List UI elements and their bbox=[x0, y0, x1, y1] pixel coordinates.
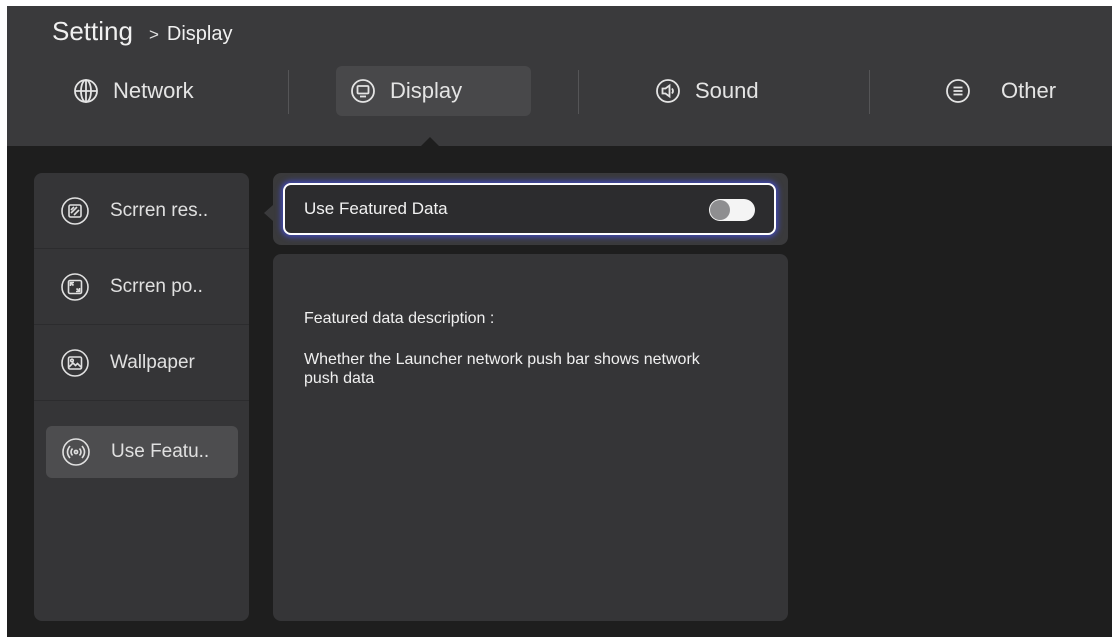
sidebar-item-label: Scrren po.. bbox=[110, 275, 203, 297]
tab-divider bbox=[288, 70, 289, 114]
breadcrumb-root: Setting bbox=[52, 16, 133, 46]
tab-display-label: Display bbox=[390, 78, 463, 103]
display-sidebar: Scrren res.. Scrren po.. Wallpaper Use F… bbox=[34, 173, 249, 621]
sidebar-item-screen-resolution[interactable]: Scrren res.. bbox=[34, 173, 249, 249]
breadcrumb: Setting > Display bbox=[52, 16, 232, 47]
option-panel: Use Featured Data bbox=[273, 173, 788, 245]
description-title: Featured data description : bbox=[304, 310, 495, 327]
category-tabs: Network Display Sound Other bbox=[7, 64, 1112, 120]
sidebar-item-wallpaper[interactable]: Wallpaper bbox=[34, 325, 249, 401]
tab-other[interactable]: Other bbox=[931, 66, 1070, 116]
tab-sound-label: Sound bbox=[695, 78, 759, 103]
settings-screen: Setting > Display Network Display Sound … bbox=[7, 6, 1112, 637]
sidebar-pointer bbox=[264, 205, 273, 221]
tab-network-label: Network bbox=[113, 78, 194, 103]
option-label: Use Featured Data bbox=[304, 199, 448, 218]
header-bar: Setting > Display Network Display Sound … bbox=[7, 6, 1112, 146]
sidebar-item-use-featured-data[interactable]: Use Featu.. bbox=[46, 426, 238, 478]
sidebar-item-label: Scrren res.. bbox=[110, 199, 209, 221]
breadcrumb-separator: > bbox=[148, 25, 159, 44]
sidebar-item-label: Use Featu.. bbox=[111, 441, 210, 462]
tab-network[interactable]: Network bbox=[59, 66, 208, 116]
menu-circle-icon bbox=[945, 78, 971, 104]
screen-position-icon bbox=[60, 272, 90, 302]
globe-icon bbox=[73, 78, 99, 104]
sidebar-item-screen-position[interactable]: Scrren po.. bbox=[34, 249, 249, 325]
screen-resolution-icon bbox=[60, 196, 90, 226]
tab-sound[interactable]: Sound bbox=[641, 66, 773, 116]
tab-display[interactable]: Display bbox=[336, 66, 531, 116]
broadcast-icon bbox=[61, 437, 91, 467]
sidebar-item-label: Wallpaper bbox=[110, 351, 195, 373]
tab-divider bbox=[869, 70, 870, 114]
wallpaper-icon bbox=[60, 348, 90, 378]
monitor-icon bbox=[350, 78, 376, 104]
description-panel: Featured data description : Whether the … bbox=[273, 254, 788, 621]
description-text: Whether the Launcher network push bar sh… bbox=[304, 351, 700, 387]
breadcrumb-current: Display bbox=[166, 23, 233, 45]
active-tab-caret bbox=[421, 137, 439, 146]
speaker-icon bbox=[655, 78, 681, 104]
toggle-knob bbox=[710, 200, 730, 220]
tab-divider bbox=[578, 70, 579, 114]
featured-data-toggle[interactable] bbox=[709, 199, 755, 221]
use-featured-data-option[interactable]: Use Featured Data bbox=[283, 183, 776, 235]
tab-other-label: Other bbox=[1001, 78, 1057, 103]
